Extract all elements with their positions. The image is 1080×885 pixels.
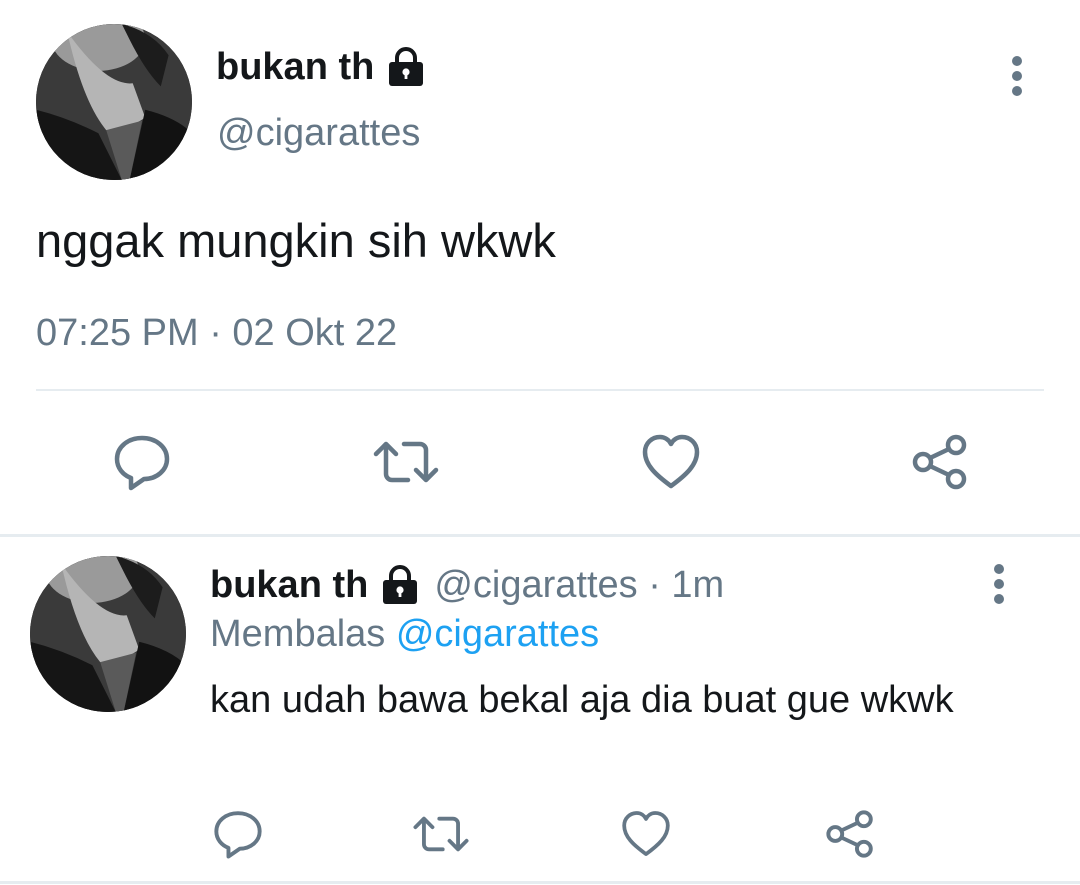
like-icon[interactable]	[640, 432, 702, 492]
divider	[0, 534, 1080, 537]
handle-and-time[interactable]: @cigarattes · 1m	[434, 562, 724, 608]
tweet-text: nggak mungkin sih wkwk	[36, 214, 556, 267]
mention-link[interactable]: @cigarattes	[396, 613, 599, 655]
share-icon[interactable]	[910, 432, 970, 492]
divider	[0, 881, 1080, 884]
display-name[interactable]: bukan th	[210, 562, 368, 608]
reply-icon[interactable]	[212, 808, 264, 860]
divider	[36, 389, 1044, 391]
avatar[interactable]	[30, 556, 186, 712]
like-icon[interactable]	[620, 808, 672, 860]
reply-icon[interactable]	[112, 432, 172, 492]
share-icon[interactable]	[824, 808, 876, 860]
retweet-icon[interactable]	[412, 808, 470, 860]
lock-icon	[384, 45, 428, 89]
more-vertical-icon[interactable]	[1000, 54, 1034, 98]
avatar[interactable]	[36, 24, 192, 180]
reply-header[interactable]: bukan th @cigarattes · 1m	[210, 562, 724, 608]
handle[interactable]: @cigarattes	[217, 110, 420, 156]
tweet-text: kan udah bawa bekal aja dia buat gue wkw…	[210, 679, 954, 721]
replying-prefix: Membalas	[210, 613, 386, 655]
author-name-row[interactable]: bukan th	[216, 44, 428, 90]
display-name[interactable]: bukan th	[216, 44, 374, 90]
lock-icon	[378, 563, 422, 607]
replying-to: Membalas @cigarattes	[210, 611, 599, 657]
tweet-timestamp[interactable]: 07:25 PM · 02 Okt 22	[36, 309, 397, 357]
avatar-image	[36, 24, 192, 180]
more-vertical-icon[interactable]	[982, 562, 1016, 606]
avatar-image	[30, 556, 186, 712]
retweet-icon[interactable]	[372, 432, 440, 492]
